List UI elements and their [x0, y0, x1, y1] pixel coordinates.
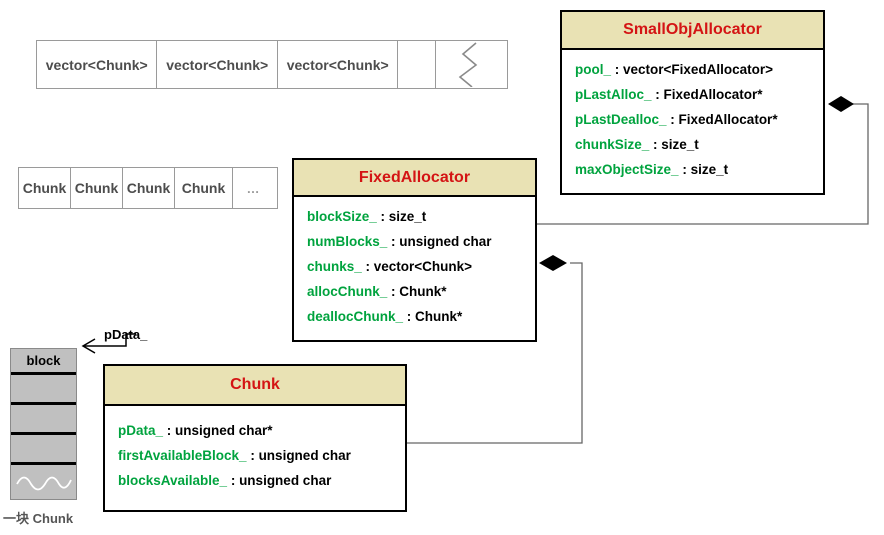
- member-type: FixedAllocator*: [663, 87, 763, 102]
- member-sep: :: [246, 448, 259, 463]
- member-type: unsigned char: [258, 448, 351, 463]
- vector-chunk-array: vector<Chunk> vector<Chunk> vector<Chunk…: [36, 40, 508, 89]
- member-name: blockSize_: [307, 209, 377, 224]
- class-member: numBlocks_ : unsigned char: [307, 229, 535, 254]
- member-sep: :: [163, 423, 176, 438]
- class-member: pool_ : vector<FixedAllocator>: [575, 57, 823, 82]
- memory-block-cell: [11, 375, 76, 405]
- list-item: Chunk: [19, 168, 71, 208]
- list-item: Chunk: [123, 168, 175, 208]
- class-title-chunk: Chunk: [105, 366, 405, 406]
- list-item: [398, 41, 437, 88]
- member-type: unsigned char: [239, 473, 332, 488]
- member-type: vector<Chunk>: [373, 259, 473, 274]
- memory-block-break-cell: [11, 465, 76, 498]
- list-item: vector<Chunk>: [278, 41, 399, 88]
- wave-break-icon: [15, 476, 72, 490]
- member-name: pLastAlloc_: [575, 87, 652, 102]
- member-sep: :: [666, 112, 679, 127]
- class-member: blockSize_ : size_t: [307, 204, 535, 229]
- class-member: blocksAvailable_ : unsigned char: [118, 468, 405, 493]
- list-item: vector<Chunk>: [37, 41, 158, 88]
- list-item: Chunk: [71, 168, 123, 208]
- member-sep: :: [361, 259, 374, 274]
- member-type: unsigned char: [399, 234, 492, 249]
- filled-diamond-icon: [539, 255, 567, 271]
- member-type: size_t: [661, 137, 699, 152]
- class-members-smallobjallocator: pool_ : vector<FixedAllocator> pLastAllo…: [562, 50, 823, 188]
- pdata-annotation-label: pData_: [104, 327, 148, 342]
- class-member: pLastDealloc_ : FixedAllocator*: [575, 107, 823, 132]
- list-item: vector<Chunk>: [157, 41, 278, 88]
- member-name: chunkSize_: [575, 137, 650, 152]
- memory-block-column: block: [10, 348, 77, 500]
- member-type: vector<FixedAllocator>: [623, 62, 774, 77]
- member-type: unsigned char*: [175, 423, 273, 438]
- memory-block-cell-label: block: [11, 349, 76, 375]
- class-member: maxObjectSize_ : size_t: [575, 157, 823, 182]
- member-sep: :: [678, 162, 691, 177]
- class-members-chunk: pData_ : unsigned char* firstAvailableBl…: [105, 406, 405, 499]
- class-member: pData_ : unsigned char*: [118, 418, 405, 443]
- class-members-fixedallocator: blockSize_ : size_t numBlocks_ : unsigne…: [294, 197, 535, 335]
- memory-column-caption: 一块 Chunk: [3, 511, 74, 526]
- member-sep: :: [227, 473, 240, 488]
- filled-diamond-icon: [828, 96, 854, 112]
- member-name: maxObjectSize_: [575, 162, 679, 177]
- member-name: numBlocks_: [307, 234, 388, 249]
- class-member: chunkSize_ : size_t: [575, 132, 823, 157]
- member-name: chunks_: [307, 259, 362, 274]
- member-type: FixedAllocator*: [678, 112, 778, 127]
- member-name: pData_: [118, 423, 164, 438]
- memory-block-cell: [11, 405, 76, 435]
- list-item: Chunk: [175, 168, 233, 208]
- member-sep: :: [649, 137, 662, 152]
- member-sep: :: [611, 62, 623, 77]
- arrow-left-icon: [81, 338, 96, 354]
- ellipsis-icon: …: [246, 180, 263, 196]
- class-box-smallobjallocator: SmallObjAllocator pool_ : vector<FixedAl…: [560, 10, 825, 195]
- uml-diagram-canvas: vector<Chunk> vector<Chunk> vector<Chunk…: [0, 0, 884, 535]
- member-sep: :: [403, 309, 416, 324]
- class-title-fixedallocator: FixedAllocator: [294, 160, 535, 197]
- member-name: blocksAvailable_: [118, 473, 228, 488]
- member-sep: :: [651, 87, 664, 102]
- class-member: chunks_ : vector<Chunk>: [307, 254, 535, 279]
- class-member: pLastAlloc_ : FixedAllocator*: [575, 82, 823, 107]
- member-type: size_t: [690, 162, 729, 177]
- member-type: Chunk*: [415, 309, 463, 324]
- member-name: pLastDealloc_: [575, 112, 667, 127]
- zigzag-break-icon: [459, 42, 478, 87]
- vector-array-break-cell: [436, 41, 507, 88]
- member-sep: :: [387, 234, 400, 249]
- chunk-array: Chunk Chunk Chunk Chunk …: [18, 167, 278, 209]
- member-name: deallocChunk_: [307, 309, 404, 324]
- class-title-smallobjallocator: SmallObjAllocator: [562, 12, 823, 50]
- memory-block-cell: [11, 435, 76, 465]
- member-type: size_t: [388, 209, 427, 224]
- class-member: firstAvailableBlock_ : unsigned char: [118, 443, 405, 468]
- member-name: allocChunk_: [307, 284, 388, 299]
- class-box-chunk: Chunk pData_ : unsigned char* firstAvail…: [103, 364, 407, 512]
- class-member: deallocChunk_ : Chunk*: [307, 304, 535, 329]
- member-sep: :: [387, 284, 400, 299]
- class-member: allocChunk_ : Chunk*: [307, 279, 535, 304]
- class-box-fixedallocator: FixedAllocator blockSize_ : size_t numBl…: [292, 158, 537, 342]
- member-name: firstAvailableBlock_: [118, 448, 247, 463]
- member-sep: :: [376, 209, 389, 224]
- member-type: Chunk*: [399, 284, 447, 299]
- member-name: pool_: [575, 62, 611, 77]
